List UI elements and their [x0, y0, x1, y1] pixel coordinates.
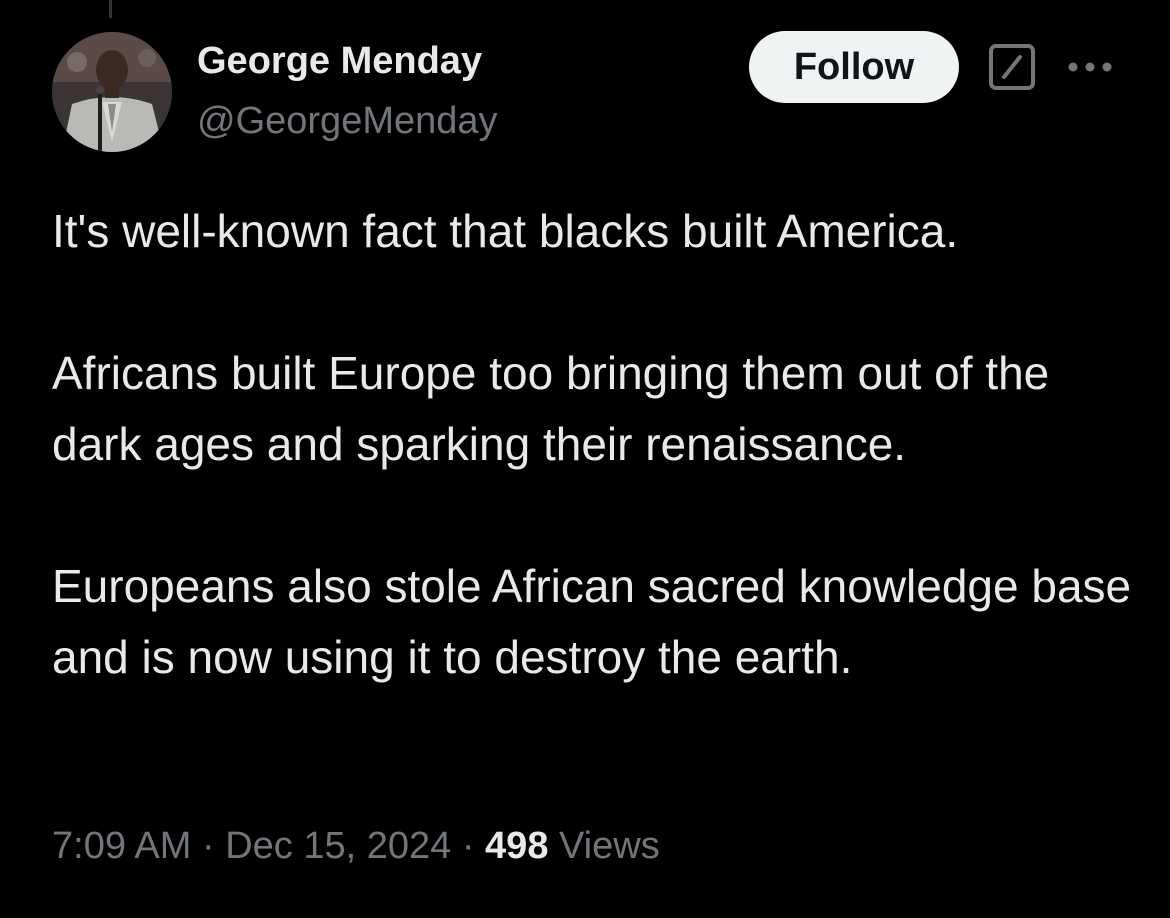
author-handle[interactable]: @GeorgeMenday [197, 98, 498, 144]
meta-separator: · [461, 825, 475, 867]
author-display-name[interactable]: George Menday [197, 38, 482, 84]
more-dots-icon[interactable] [1064, 52, 1116, 82]
tweet-paragraph: Africans built Europe too bringing them … [52, 347, 1050, 470]
tweet-paragraph: It's well-known fact that blacks built A… [52, 205, 959, 257]
avatar[interactable] [52, 32, 172, 152]
tweet-paragraph: Europeans also stole African sacred know… [52, 560, 1132, 683]
avatar-image [52, 32, 172, 152]
follow-button[interactable]: Follow [749, 31, 959, 103]
tweet-text: It's well-known fact that blacks built A… [52, 196, 1142, 693]
tweet-metadata: 7:09 AM · Dec 15, 2024 · 498 Views [52, 822, 660, 870]
tweet-date[interactable]: Dec 15, 2024 [225, 825, 451, 867]
views-label: Views [559, 825, 660, 867]
meta-separator: · [201, 825, 215, 867]
views-count[interactable]: 498 [485, 825, 548, 867]
tweet-time[interactable]: 7:09 AM [52, 825, 191, 867]
grok-slash-icon[interactable] [988, 43, 1036, 91]
thread-connector-line [109, 0, 112, 18]
